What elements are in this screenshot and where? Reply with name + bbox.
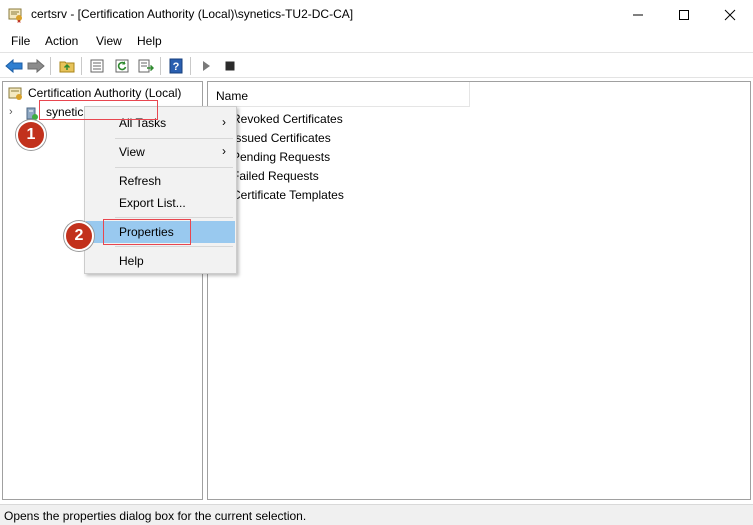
list-item[interactable]: Pending Requests [232,150,330,164]
submenu-arrow-icon: › [222,144,226,158]
menu-action[interactable]: Action [45,34,78,48]
step-2-callout: 2 [64,221,94,251]
list-item[interactable]: Certificate Templates [232,188,344,202]
ctx-label: Help [119,254,144,268]
up-folder-icon[interactable] [58,57,76,75]
menu-separator [115,246,233,247]
toolbar-separator [190,57,191,75]
menu-separator [115,138,233,139]
title-bar: certsrv - [Certification Authority (Loca… [0,0,753,30]
ctx-label: View [119,145,145,159]
list-item[interactable]: Issued Certificates [232,131,331,145]
status-bar: Opens the properties dialog box for the … [0,504,753,525]
status-text: Opens the properties dialog box for the … [4,509,307,523]
menu-bar: File Action View Help [0,31,753,51]
list-item[interactable]: Revoked Certificates [232,112,343,126]
export-list-icon[interactable] [137,57,155,75]
ctx-item-help[interactable]: Help [86,250,235,272]
stop-service-icon[interactable] [221,57,239,75]
expand-chevron-icon[interactable]: › [9,106,13,118]
menu-file[interactable]: File [11,34,30,48]
menu-view[interactable]: View [96,34,122,48]
toolbar-separator [81,57,82,75]
menu-help[interactable]: Help [137,34,162,48]
toolbar: ? [0,52,753,78]
close-button[interactable] [707,0,753,30]
menu-separator [115,167,233,168]
highlight-box-ca-node [39,100,158,120]
toolbar-separator [160,57,161,75]
list-pane[interactable]: Name Revoked Certificates Issued Certifi… [207,81,751,500]
menu-separator [115,217,233,218]
svg-text:?: ? [173,61,180,73]
list-item[interactable]: Failed Requests [232,169,319,183]
ca-root-icon [8,86,24,102]
minimize-button[interactable] [615,0,661,30]
step-1-callout: 1 [16,120,46,150]
ctx-item-refresh[interactable]: Refresh [86,170,235,192]
column-header-label: Name [216,89,249,103]
certificate-app-icon [8,7,24,23]
toolbar-separator [50,57,51,75]
show-hide-tree-icon[interactable] [88,57,106,75]
ctx-label: Export List... [119,196,186,210]
column-header-name[interactable]: Name [208,82,470,107]
back-arrow-icon[interactable] [5,57,23,75]
ca-server-icon [24,105,40,121]
forward-arrow-icon[interactable] [27,57,45,75]
ctx-item-view[interactable]: View › [86,141,235,163]
refresh-icon[interactable] [113,57,131,75]
submenu-arrow-icon: › [222,115,226,129]
window-title: certsrv - [Certification Authority (Loca… [31,7,354,21]
context-menu: All Tasks › View › Refresh Export List..… [84,106,237,274]
tree-root-label[interactable]: Certification Authority (Local) [28,86,181,100]
help-icon[interactable]: ? [167,57,185,75]
ctx-label: Refresh [119,174,162,188]
highlight-box-properties [103,219,191,245]
maximize-button[interactable] [661,0,707,30]
start-service-icon[interactable] [197,57,215,75]
ctx-item-export-list[interactable]: Export List... [86,192,235,214]
